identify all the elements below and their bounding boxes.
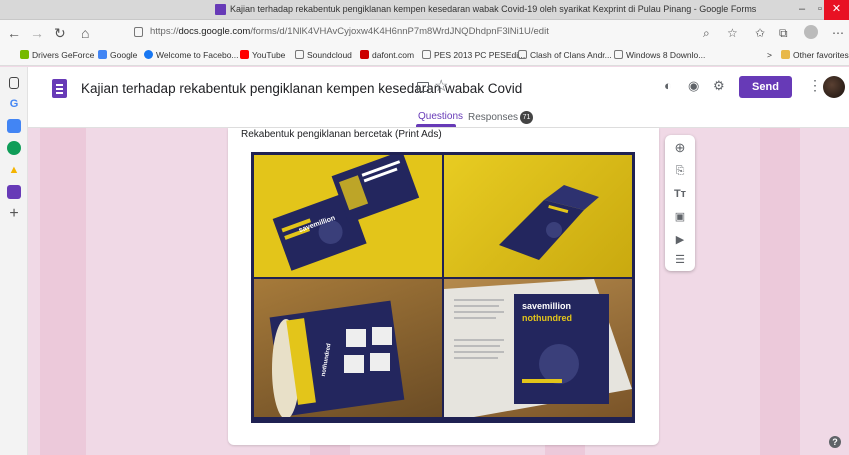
google-icon	[98, 50, 107, 59]
settings-gear-icon[interactable]: ⚙	[713, 78, 725, 94]
more-vert-icon[interactable]: ⋮	[808, 77, 822, 94]
forms-icon[interactable]	[7, 185, 21, 199]
image-quadrant-poster: nothundred	[254, 279, 442, 417]
url-prefix: https://	[150, 26, 179, 37]
more-options-icon[interactable]: ⋯	[832, 25, 844, 41]
print-headline: savemillion	[522, 301, 572, 311]
url-domain: docs.google.com	[178, 26, 251, 37]
page-icon	[518, 50, 527, 59]
favorites-icon[interactable]: ✩	[755, 25, 765, 41]
page-icon	[422, 50, 431, 59]
edge-sidebar: G ▲ +	[0, 67, 28, 455]
bookmark-item[interactable]: PES 2013 PC PESEdi...	[422, 50, 525, 60]
print-ads-image[interactable]: savemillion nothundred savemillion nothu…	[251, 152, 635, 423]
tab-questions[interactable]: Questions	[418, 111, 463, 122]
facebook-icon	[144, 50, 153, 59]
home-icon[interactable]: ⌂	[81, 24, 89, 42]
bookmark-label: Windows 8 Downlo...	[626, 50, 706, 60]
bookmark-label: PES 2013 PC PESEdi...	[434, 50, 526, 60]
window-title: Kajian terhadap rekabentuk pengiklanan k…	[230, 4, 757, 14]
page-icon	[614, 50, 623, 59]
forms-header: Kajian terhadap rekabentuk pengiklanan k…	[28, 67, 849, 128]
url-path: /forms/d/1NlK4VHAvCyjoxw4K4H6nnP7m8WrdJN…	[250, 26, 549, 37]
bookmark-item[interactable]: YouTube	[240, 50, 285, 60]
bookmark-label: Clash of Clans Andr...	[530, 50, 612, 60]
docs-icon[interactable]	[7, 119, 21, 133]
print-subheadline: nothundred	[522, 313, 572, 323]
image-quadrant-newspaper: savemillion nothundred	[444, 279, 632, 417]
add-question-icon[interactable]: ⊕	[673, 141, 687, 155]
image-quadrant-brochure-folded	[444, 155, 632, 277]
window-titlebar: Kajian terhadap rekabentuk pengiklanan k…	[0, 0, 849, 20]
preview-eye-icon[interactable]: ◉	[688, 78, 699, 94]
forms-favicon-icon	[215, 4, 226, 15]
google-forms-logo-icon[interactable]	[52, 79, 67, 98]
move-to-folder-icon[interactable]	[417, 82, 429, 92]
bookmark-item[interactable]: Soundcloud	[295, 50, 352, 60]
add-section-icon[interactable]: ☰	[673, 253, 687, 267]
star-icon[interactable]: ☆	[434, 76, 448, 96]
bookmarks-bar: Drivers GeForce Google Welcome to Facebo…	[0, 46, 849, 66]
add-image-icon[interactable]: ▣	[673, 210, 687, 224]
palette-icon[interactable]: ◐	[664, 78, 672, 93]
other-favorites[interactable]: Other favorites	[781, 50, 849, 60]
bookmark-item[interactable]: Windows 8 Downlo...	[614, 50, 705, 60]
background-stripe	[40, 128, 86, 455]
geforce-icon	[20, 50, 29, 59]
bookmark-label: YouTube	[252, 50, 286, 60]
bookmark-label: Drivers GeForce	[32, 50, 95, 60]
responses-count-badge: 71	[520, 111, 534, 124]
profile-icon[interactable]	[804, 25, 818, 39]
bookmark-item[interactable]: Drivers GeForce	[20, 50, 94, 60]
sheets-icon[interactable]	[7, 141, 21, 155]
address-bar: ← → ↻ ⌂ https://docs.google.com/forms/d/…	[0, 20, 849, 46]
question-card[interactable]: Rekabentuk pengiklanan bercetak (Print A…	[228, 128, 659, 445]
add-title-icon[interactable]: Tт	[673, 187, 687, 201]
drive-icon[interactable]: ▲	[7, 163, 21, 177]
bookmark-item[interactable]: dafont.com	[360, 50, 414, 60]
other-favorites-label: Other favorites	[793, 50, 849, 60]
add-video-icon[interactable]: ▶	[673, 233, 687, 247]
url-field[interactable]: https://docs.google.com/forms/d/1NlK4VHA…	[150, 26, 549, 37]
collections-icon[interactable]: ⧉	[779, 25, 788, 41]
tab-responses-label: Responses	[468, 112, 519, 123]
import-questions-icon[interactable]: ⎘	[673, 164, 687, 178]
bookmark-item[interactable]: Clash of Clans Andr...	[518, 50, 612, 60]
form-title[interactable]: Kajian terhadap rekabentuk pengiklanan k…	[81, 81, 522, 96]
active-tab-indicator	[416, 124, 456, 127]
close-window-button[interactable]: ✕	[824, 0, 849, 20]
back-arrow-icon[interactable]: ←	[7, 24, 21, 42]
dafont-icon	[360, 50, 369, 59]
question-title[interactable]: Rekabentuk pengiklanan bercetak (Print A…	[241, 129, 442, 140]
bookmark-item[interactable]: Google	[98, 50, 137, 60]
favorite-star-icon[interactable]: ☆	[727, 25, 738, 41]
background-stripe	[760, 128, 800, 455]
bookmark-label: Google	[110, 50, 138, 60]
bookmark-label: dafont.com	[372, 50, 415, 60]
image-quadrant-brochure-flat: savemillion	[254, 155, 442, 277]
bookmark-label: Welcome to Facebo...	[156, 50, 239, 60]
bookmarks-overflow-chevron[interactable]: >	[767, 50, 772, 60]
tab-responses[interactable]: Responses 71	[468, 111, 534, 124]
zoom-icon[interactable]: ⌕	[703, 25, 710, 41]
avatar[interactable]	[823, 76, 845, 98]
forward-arrow-icon[interactable]: →	[30, 24, 44, 42]
send-button[interactable]: Send	[739, 76, 792, 98]
add-icon[interactable]: +	[7, 206, 21, 222]
bookmark-item[interactable]: Welcome to Facebo...	[144, 50, 239, 60]
question-toolbar: ⊕ ⎘ Tт ▣ ▶ ☰	[665, 135, 695, 271]
folder-icon	[781, 50, 790, 59]
youtube-icon	[240, 50, 249, 59]
tab-actions-icon[interactable]	[9, 77, 19, 89]
google-icon[interactable]: G	[7, 97, 21, 111]
page-info-icon[interactable]	[134, 27, 143, 37]
help-icon[interactable]: ?	[829, 436, 841, 448]
bookmark-label: Soundcloud	[307, 50, 352, 60]
refresh-icon[interactable]: ↻	[54, 24, 66, 42]
page-icon	[295, 50, 304, 59]
